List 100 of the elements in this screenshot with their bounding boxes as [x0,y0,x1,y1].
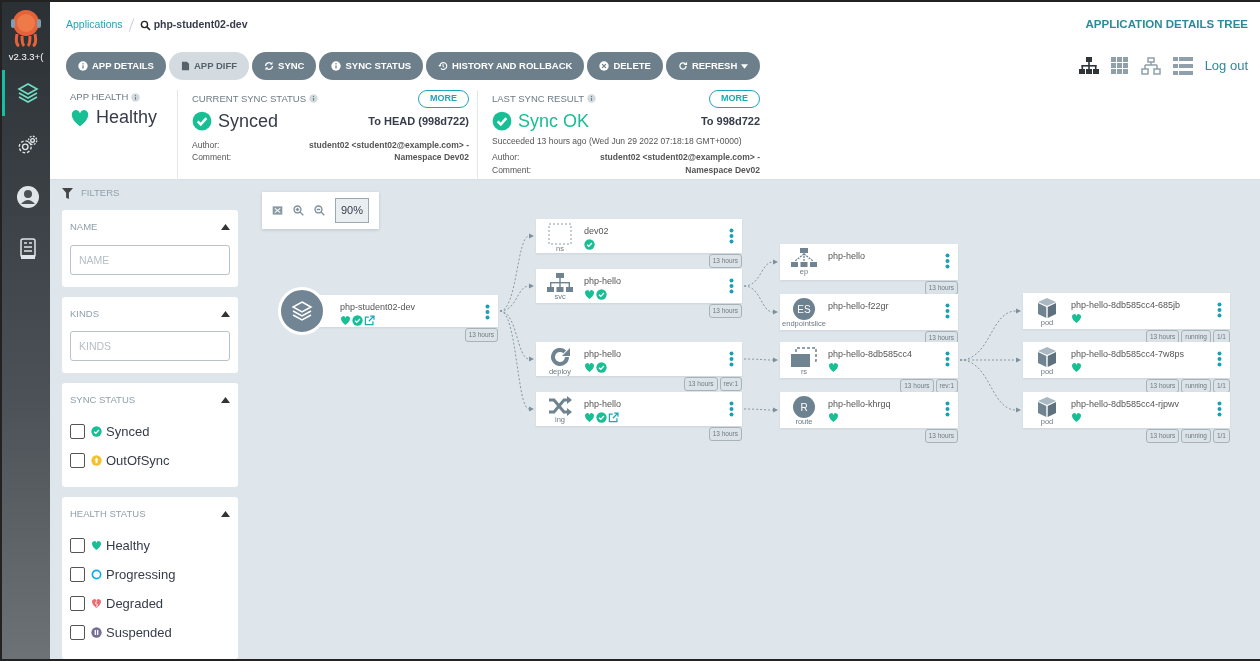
toolbar-button[interactable]: HISTORY AND ROLLBACK [426,52,585,80]
resource-name: php-hello-8db585cc4-rjpwv [1071,398,1181,411]
comment-value: Namespace Dev02 [393,151,469,164]
check-circle-icon [91,426,102,437]
document-icon[interactable] [17,238,38,261]
info-icon [331,61,342,71]
file-icon [180,61,190,71]
checkbox[interactable] [70,596,85,612]
zoom-out-icon[interactable] [314,204,325,216]
info-icon [78,61,88,71]
comment-label: Comment: [192,151,232,164]
filter-title: HEALTH STATUS [70,507,146,521]
collapse-icon[interactable] [221,396,230,403]
option-label: Synced [106,422,150,441]
stacked-boxes-icon [791,346,817,368]
menu-icon[interactable] [1217,351,1222,367]
menu-icon[interactable] [485,304,490,320]
menu-icon[interactable] [729,228,734,244]
author-label: Author: [192,138,221,152]
resource-name: dev02 [584,225,610,238]
logo-icon [8,8,44,48]
breadcrumb-current: php-student02-dev [139,17,248,33]
circle-icon [91,569,102,581]
sync-icon [264,61,275,71]
logout-link[interactable]: Log out [1204,56,1248,76]
option-label: Healthy [106,537,151,555]
zoom-level: 90% [335,198,370,223]
collapse-icon[interactable] [221,511,230,518]
connector-arrow [743,407,778,413]
list-view-icon[interactable] [1172,57,1193,75]
app-icon [278,287,326,335]
toolbar-button[interactable]: SYNC [252,52,317,80]
menu-icon[interactable] [729,351,734,367]
author-label: Author: [492,151,521,164]
page-title: APPLICATION DETAILS TREE [1085,17,1248,33]
menu-icon[interactable] [729,278,734,294]
resource-name: php-hello-8db585cc4 [828,348,914,361]
menu-icon[interactable] [729,401,734,417]
sync-result: Sync OK [492,107,590,135]
resource-name: php-hello-8db585cc4-685jb [1071,299,1182,312]
heart-icon [91,540,102,552]
option-label: OutOfSync [106,451,170,470]
resource-name: php-hello [584,348,623,361]
cube-icon [1036,346,1058,368]
menu-icon[interactable] [945,401,950,417]
input-field[interactable]: NAME [70,244,230,275]
menu-icon[interactable] [1217,401,1222,417]
refresh-icon [677,61,688,71]
network-icon [547,273,573,293]
broken-heart-icon [91,598,102,610]
network-view-icon[interactable] [1140,57,1161,75]
collapse-icon[interactable] [221,224,230,231]
sync-target: To HEAD (998d722) [368,113,469,129]
layers-icon[interactable] [15,81,40,106]
checkbox[interactable] [70,424,85,439]
resource-name: php-hello-khrgq [828,398,892,411]
menu-icon[interactable] [1217,302,1222,318]
resource-name: php-hello [584,398,623,411]
check-circle-icon [492,111,512,131]
kind-icon: R [793,396,815,418]
close-icon [599,61,610,71]
dashed-square-icon [548,223,572,245]
user-icon[interactable] [15,185,40,210]
kind-icon: ES [793,298,815,320]
collapse-icon[interactable] [221,310,230,317]
menu-icon[interactable] [945,303,950,319]
section-title: APP HEALTH [70,90,129,104]
tree-view-icon[interactable] [1078,57,1099,75]
filters-title: FILTERS [81,186,120,200]
toolbar-button[interactable]: REFRESH [665,52,761,80]
comment-label: Comment: [492,164,532,177]
resource-name: php-hello-f22gr [828,300,890,313]
comment-value: Namespace Dev02 [684,164,760,177]
toolbar-button[interactable]: APP DETAILS [66,52,166,80]
zoom-in-icon[interactable] [293,204,304,216]
checkbox[interactable] [70,453,85,468]
cube-icon [1036,396,1058,418]
resource-name: php-hello [828,250,867,263]
grid-view-icon[interactable] [1110,57,1129,75]
menu-icon[interactable] [945,253,950,269]
filter-title: KINDS [70,306,100,321]
menu-icon[interactable] [945,351,950,367]
input-field[interactable]: KINDS [70,330,230,361]
pause-circle-icon [91,627,102,639]
resource-name: php-hello-8db585cc4-7w8ps [1071,348,1186,361]
resource-name: php-hello [584,275,623,288]
info-icon [131,92,141,102]
resource-name: php-student02-dev [340,301,417,314]
checkbox[interactable] [70,625,85,641]
version-label: v2.3.3+( [8,50,44,64]
author-value: student02 <student02@example.com> - [309,138,469,152]
toolbar-button[interactable]: SYNC STATUS [319,52,424,80]
section-title: CURRENT SYNC STATUS [192,91,306,106]
sync-detail: Succeeded 13 hours ago (Wed Jun 29 2022 07:18:18 GMT+0000) [492,134,743,148]
warning-circle-icon [91,455,102,466]
checkbox[interactable] [70,538,85,554]
check-circle-icon [192,111,212,131]
toolbar-button[interactable]: DELETE [587,52,663,80]
checkbox[interactable] [70,567,85,583]
fit-screen-icon[interactable] [272,204,283,216]
